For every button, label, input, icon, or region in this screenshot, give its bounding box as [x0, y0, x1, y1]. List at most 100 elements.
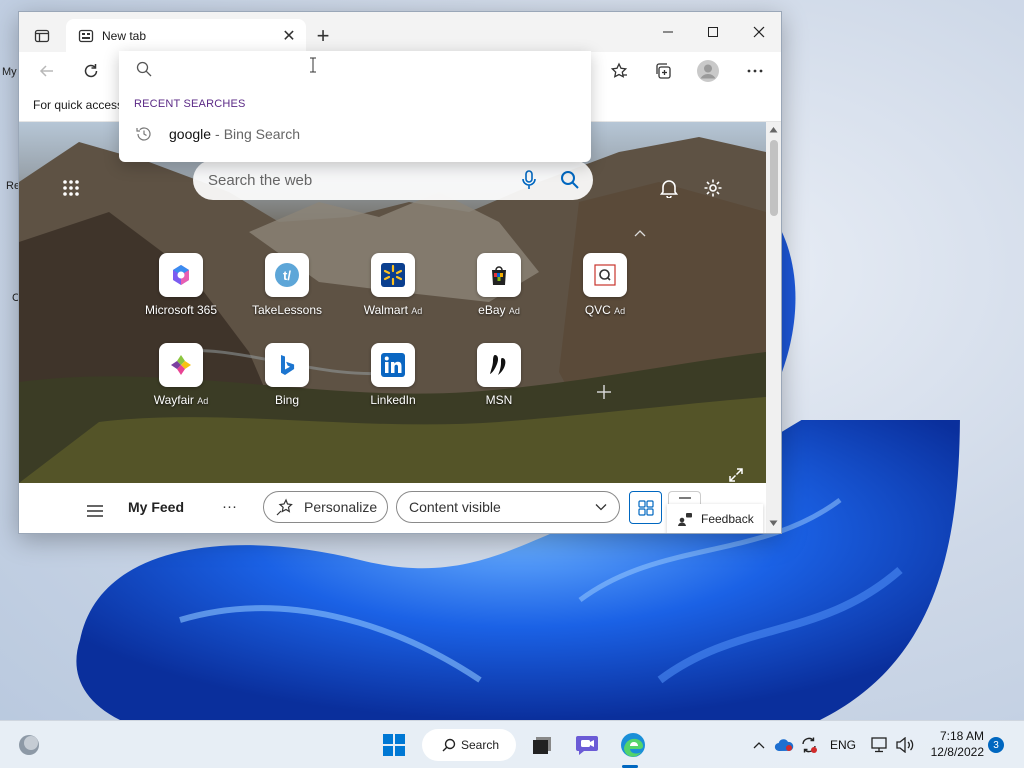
add-shortcut-button[interactable]	[590, 378, 618, 406]
notification-badge[interactable]: 3	[988, 737, 1004, 753]
taskbar-search-label: Search	[461, 738, 500, 752]
close-window-button[interactable]	[737, 18, 781, 46]
more-dots-icon	[747, 69, 763, 73]
ebay-icon	[477, 253, 521, 297]
onedrive-button[interactable]	[774, 729, 794, 761]
favorites-button[interactable]	[605, 57, 633, 85]
feedback-label: Feedback	[701, 512, 754, 526]
volume-button[interactable]	[894, 729, 916, 761]
app-grid-icon	[63, 180, 79, 196]
quick-link-walmart[interactable]: Walmart Ad	[348, 253, 438, 317]
quick-link-linkedin[interactable]: LinkedIn	[348, 343, 438, 407]
network-button[interactable]	[870, 729, 890, 761]
content-visibility-select[interactable]: Content visible	[396, 491, 620, 523]
settings-more-button[interactable]	[741, 57, 769, 85]
vertical-scrollbar[interactable]	[766, 122, 781, 533]
quick-link-qvc[interactable]: QVC Ad	[560, 253, 650, 317]
quick-link-wayfair[interactable]: Wayfair Ad	[136, 343, 226, 407]
feed-more-button[interactable]: ···	[222, 498, 237, 515]
back-button[interactable]	[33, 57, 61, 85]
address-search-icon	[136, 61, 154, 79]
windows-logo-icon	[383, 734, 405, 756]
desktop-icon-label[interactable]: My	[2, 66, 17, 78]
svg-text:t/: t/	[283, 268, 291, 283]
tab-actions-button[interactable]	[27, 24, 57, 48]
quick-link-ebay[interactable]: eBay Ad	[454, 253, 544, 317]
web-search-box[interactable]: Search the web	[193, 160, 593, 200]
new-tab-button[interactable]: +	[311, 23, 335, 48]
chevron-up-icon	[753, 742, 765, 749]
tab-new-tab[interactable]: New tab ✕	[66, 19, 306, 52]
recent-search-item[interactable]: google - Bing Search	[119, 117, 591, 151]
maximize-button[interactable]	[691, 18, 735, 46]
quick-link-microsoft-365[interactable]: Microsoft 365	[136, 253, 226, 317]
feed-bar: My Feed ··· Personalize Content visible …	[19, 483, 766, 533]
personalize-button[interactable]: Personalize	[263, 491, 388, 523]
quick-link-msn[interactable]: MSN	[454, 343, 544, 407]
gear-icon	[704, 179, 722, 197]
feedback-button[interactable]: Feedback	[667, 504, 763, 533]
text-cursor-icon	[310, 57, 316, 73]
takelessons-icon: t/	[265, 253, 309, 297]
tile-label: QVC	[584, 303, 611, 317]
start-button[interactable]	[378, 729, 410, 761]
task-view-button[interactable]	[526, 729, 558, 761]
bell-icon	[659, 180, 679, 198]
search-submit-button[interactable]	[547, 170, 593, 190]
search-placeholder: Search the web	[208, 171, 313, 189]
profile-button[interactable]	[694, 57, 722, 85]
teams-chat-button[interactable]	[571, 729, 603, 761]
refresh-button[interactable]	[77, 57, 105, 85]
scrollbar-thumb[interactable]	[770, 140, 778, 216]
collections-button[interactable]	[649, 57, 677, 85]
back-arrow-icon	[39, 65, 53, 77]
walmart-icon	[371, 253, 415, 297]
chevron-up-icon	[634, 230, 646, 237]
tile-label: Wayfair	[153, 393, 194, 407]
search-icon	[442, 738, 456, 752]
scroll-up-icon[interactable]	[769, 126, 778, 133]
browser-window: New tab ✕ + For quick access Search the …	[18, 11, 782, 534]
address-bar-dropdown: RECENT SEARCHES google - Bing Search	[119, 51, 591, 162]
taskbar: Search ENG 7:18 AM 12/8/2022 3	[0, 720, 1024, 768]
scroll-down-icon[interactable]	[769, 520, 778, 527]
edge-taskbar-button[interactable]	[616, 729, 650, 761]
chat-icon	[576, 736, 598, 755]
clock-date: 12/8/2022	[930, 745, 984, 759]
list-layout-icon	[678, 497, 691, 499]
tab-actions-icon	[34, 29, 50, 43]
recent-search-source: Bing Search	[223, 126, 300, 142]
input-language[interactable]: ENG	[830, 738, 856, 752]
grid-layout-button[interactable]	[629, 491, 662, 524]
speaker-icon	[896, 737, 914, 753]
tile-label: eBay	[478, 303, 506, 317]
expand-background-button[interactable]	[722, 461, 750, 483]
widgets-button[interactable]	[12, 729, 46, 761]
microphone-icon	[522, 170, 536, 189]
personalize-label: Personalize	[304, 499, 378, 515]
ad-badge: Ad	[614, 306, 626, 316]
refresh-icon	[84, 64, 98, 78]
quick-link-takelessons[interactable]: t/ TakeLessons	[242, 253, 332, 317]
tile-label: MSN	[485, 393, 513, 407]
minimize-button[interactable]	[646, 18, 690, 46]
clock[interactable]: 7:18 AM 12/8/2022	[924, 729, 984, 761]
taskbar-search-button[interactable]: Search	[422, 729, 516, 761]
page-settings-button[interactable]	[699, 174, 727, 202]
tile-label: LinkedIn	[370, 393, 416, 407]
voice-search-button[interactable]	[511, 170, 547, 190]
ad-badge: Ad	[197, 396, 209, 406]
tab-close-button[interactable]: ✕	[278, 25, 300, 47]
address-input[interactable]	[159, 55, 579, 85]
search-icon	[561, 171, 579, 189]
quick-link-bing[interactable]: Bing	[242, 343, 332, 407]
notifications-button[interactable]	[655, 174, 683, 202]
apps-launcher-button[interactable]	[57, 174, 85, 202]
show-hidden-icons-button[interactable]	[750, 729, 768, 761]
collapse-button[interactable]	[626, 219, 654, 247]
tile-label: Walmart	[363, 303, 408, 317]
feed-menu-button[interactable]	[83, 499, 107, 523]
update-status-button[interactable]	[798, 729, 820, 761]
new-tab-page-icon	[78, 29, 94, 42]
feed-title[interactable]: My Feed	[128, 499, 184, 515]
